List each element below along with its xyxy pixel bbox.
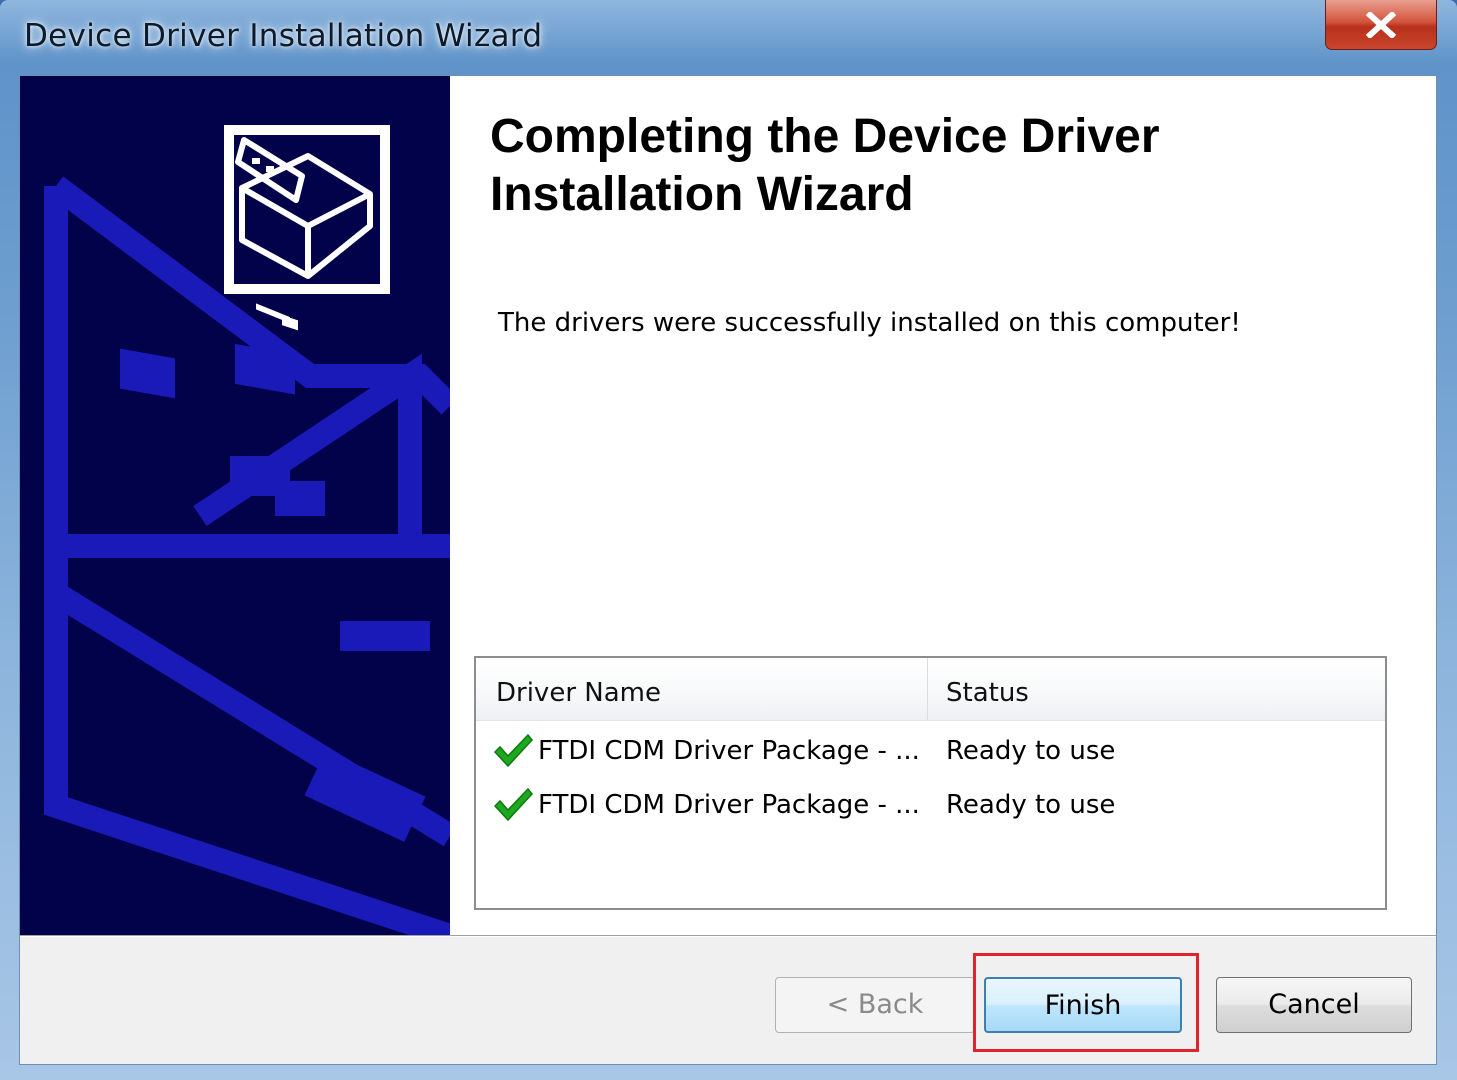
back-button[interactable]: < Back bbox=[775, 977, 975, 1033]
table-row[interactable]: FTDI CDM Driver Package - ... Ready to u… bbox=[476, 722, 1385, 776]
column-header-driver-name[interactable]: Driver Name bbox=[476, 658, 928, 720]
driver-name-cell: FTDI CDM Driver Package - ... bbox=[538, 790, 920, 820]
driver-status-cell: Ready to use bbox=[946, 736, 1116, 766]
hardware-device-icon bbox=[224, 125, 390, 331]
wizard-window: Device Driver Installation Wizard Comple… bbox=[0, 0, 1457, 1080]
finish-highlight-box bbox=[973, 953, 1199, 1052]
wizard-content: Completing the Device Driver Installatio… bbox=[450, 76, 1436, 935]
column-header-status[interactable]: Status bbox=[928, 658, 1383, 720]
driver-name-cell: FTDI CDM Driver Package - ... bbox=[538, 736, 920, 766]
wizard-client-area: Completing the Device Driver Installatio… bbox=[19, 75, 1437, 1065]
close-button[interactable] bbox=[1325, 0, 1437, 50]
title-bar[interactable]: Device Driver Installation Wizard bbox=[0, 0, 1457, 75]
green-checkmark-icon bbox=[493, 733, 533, 768]
table-row[interactable]: FTDI CDM Driver Package - ... Ready to u… bbox=[476, 776, 1385, 830]
window-title: Device Driver Installation Wizard bbox=[24, 18, 543, 54]
success-message: The drivers were successfully installed … bbox=[498, 308, 1241, 338]
green-checkmark-icon bbox=[493, 787, 533, 822]
close-icon bbox=[1366, 11, 1396, 38]
table-header: Driver Name Status bbox=[476, 658, 1385, 721]
wizard-banner bbox=[20, 76, 450, 935]
driver-status-cell: Ready to use bbox=[946, 790, 1116, 820]
banner-graphic bbox=[44, 125, 450, 935]
footer-separator bbox=[20, 935, 1436, 937]
cancel-button[interactable]: Cancel bbox=[1216, 977, 1412, 1033]
driver-list-table[interactable]: Driver Name Status FTDI CDM Driver Packa… bbox=[474, 656, 1387, 910]
wizard-heading: Completing the Device Driver Installatio… bbox=[490, 110, 1160, 221]
